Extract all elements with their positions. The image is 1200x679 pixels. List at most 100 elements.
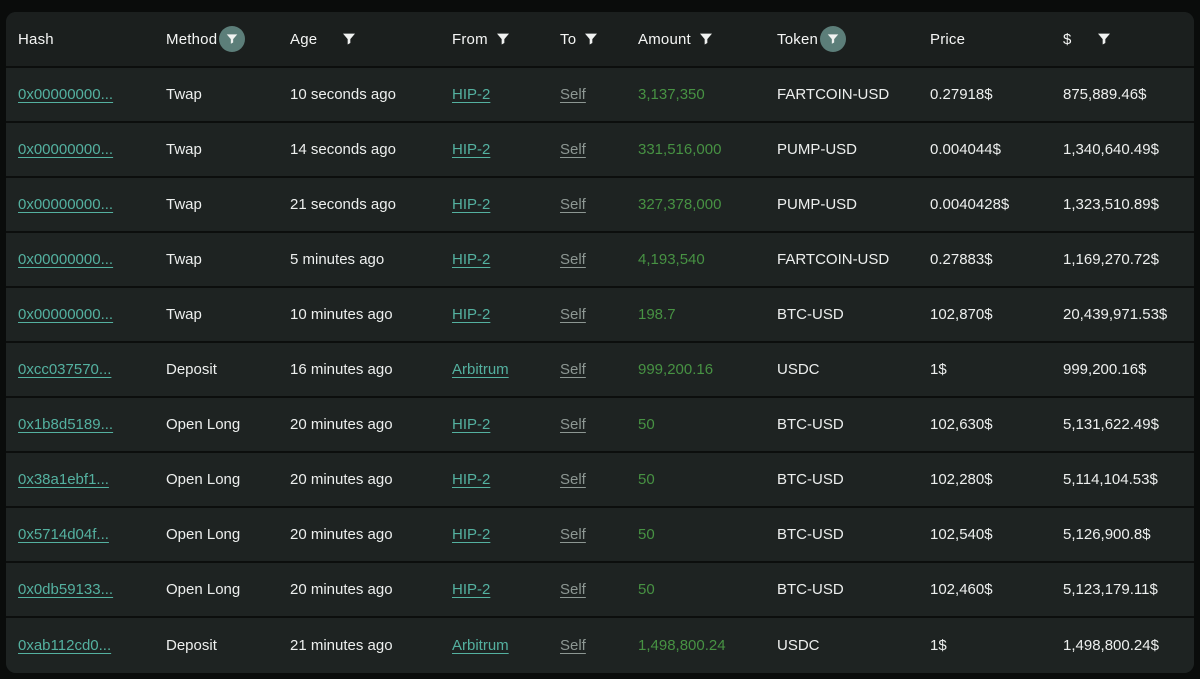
from-link[interactable]: HIP-2	[452, 141, 490, 158]
age-cell: 5 minutes ago	[290, 251, 452, 268]
to-link[interactable]: Self	[560, 361, 586, 378]
method-cell: Open Long	[166, 526, 290, 543]
hash-link[interactable]: 0x38a1ebf1...	[18, 471, 109, 488]
price-cell: 0.27883$	[930, 251, 1063, 268]
column-header-amount: Amount	[638, 31, 777, 48]
method-cell: Twap	[166, 251, 290, 268]
age-cell: 20 minutes ago	[290, 581, 452, 598]
usd-cell: 1,169,270.72$	[1063, 251, 1194, 268]
column-label-hash: Hash	[18, 31, 54, 48]
price-cell: 0.27918$	[930, 86, 1063, 103]
table-row: 0x0db59133... Open Long 20 minutes ago H…	[6, 563, 1194, 618]
column-header-price: Price	[930, 31, 1063, 48]
column-label-token: Token	[777, 31, 818, 48]
amount-cell: 331,516,000	[638, 141, 777, 158]
column-label-to: To	[560, 31, 576, 48]
column-header-from: From	[452, 31, 560, 48]
hash-link[interactable]: 0x00000000...	[18, 196, 113, 213]
column-label-amount: Amount	[638, 31, 691, 48]
to-link[interactable]: Self	[560, 471, 586, 488]
token-cell: BTC-USD	[777, 471, 930, 488]
hash-link[interactable]: 0x00000000...	[18, 141, 113, 158]
amount-filter-icon[interactable]	[698, 31, 714, 47]
method-cell: Deposit	[166, 637, 290, 654]
price-cell: 1$	[930, 361, 1063, 378]
hash-link[interactable]: 0x00000000...	[18, 251, 113, 268]
from-link[interactable]: HIP-2	[452, 471, 490, 488]
usd-cell: 5,131,622.49$	[1063, 416, 1194, 433]
column-label-age: Age	[290, 31, 317, 48]
token-cell: BTC-USD	[777, 416, 930, 433]
token-cell: FARTCOIN-USD	[777, 251, 930, 268]
hash-link[interactable]: 0xab112cd0...	[18, 637, 111, 654]
from-link[interactable]: HIP-2	[452, 196, 490, 213]
token-cell: USDC	[777, 637, 930, 654]
table-row: 0x00000000... Twap 10 minutes ago HIP-2 …	[6, 288, 1194, 343]
from-link[interactable]: HIP-2	[452, 581, 490, 598]
usd-cell: 20,439,971.53$	[1063, 306, 1194, 323]
table-row: 0x00000000... Twap 14 seconds ago HIP-2 …	[6, 123, 1194, 178]
hash-link[interactable]: 0x00000000...	[18, 86, 113, 103]
hash-link[interactable]: 0x5714d04f...	[18, 526, 109, 543]
token-cell: USDC	[777, 361, 930, 378]
age-cell: 16 minutes ago	[290, 361, 452, 378]
age-cell: 21 seconds ago	[290, 196, 452, 213]
method-cell: Open Long	[166, 416, 290, 433]
method-cell: Twap	[166, 86, 290, 103]
column-header-usd: $	[1063, 31, 1194, 48]
method-cell: Twap	[166, 306, 290, 323]
method-cell: Twap	[166, 196, 290, 213]
from-link[interactable]: HIP-2	[452, 416, 490, 433]
usd-cell: 5,123,179.11$	[1063, 581, 1194, 598]
from-link[interactable]: Arbitrum	[452, 361, 509, 378]
from-filter-icon[interactable]	[495, 31, 511, 47]
token-filter-icon[interactable]	[820, 26, 846, 52]
price-cell: 0.004044$	[930, 141, 1063, 158]
age-cell: 10 seconds ago	[290, 86, 452, 103]
amount-cell: 50	[638, 416, 777, 433]
column-label-method: Method	[166, 31, 217, 48]
to-link[interactable]: Self	[560, 581, 586, 598]
to-link[interactable]: Self	[560, 306, 586, 323]
table-row: 0xab112cd0... Deposit 21 minutes ago Arb…	[6, 618, 1194, 673]
hash-link[interactable]: 0x00000000...	[18, 306, 113, 323]
hash-link[interactable]: 0x1b8d5189...	[18, 416, 113, 433]
column-header-method: Method	[166, 26, 290, 52]
table-row: 0x38a1ebf1... Open Long 20 minutes ago H…	[6, 453, 1194, 508]
hash-link[interactable]: 0xcc037570...	[18, 361, 111, 378]
amount-cell: 999,200.16	[638, 361, 777, 378]
from-link[interactable]: HIP-2	[452, 86, 490, 103]
hash-link[interactable]: 0x0db59133...	[18, 581, 113, 598]
to-link[interactable]: Self	[560, 251, 586, 268]
usd-filter-icon[interactable]	[1096, 31, 1112, 47]
to-link[interactable]: Self	[560, 141, 586, 158]
amount-cell: 50	[638, 526, 777, 543]
usd-cell: 1,323,510.89$	[1063, 196, 1194, 213]
to-link[interactable]: Self	[560, 526, 586, 543]
from-link[interactable]: Arbitrum	[452, 637, 509, 654]
from-link[interactable]: HIP-2	[452, 526, 490, 543]
from-link[interactable]: HIP-2	[452, 306, 490, 323]
to-link[interactable]: Self	[560, 637, 586, 654]
age-filter-icon[interactable]	[341, 31, 357, 47]
to-link[interactable]: Self	[560, 196, 586, 213]
column-header-hash: Hash	[18, 31, 166, 48]
table-header-row: Hash Method Age From To Amou	[6, 12, 1194, 68]
amount-cell: 327,378,000	[638, 196, 777, 213]
price-cell: 102,460$	[930, 581, 1063, 598]
usd-cell: 1,498,800.24$	[1063, 637, 1194, 654]
to-filter-icon[interactable]	[583, 31, 599, 47]
to-link[interactable]: Self	[560, 416, 586, 433]
column-header-to: To	[560, 31, 638, 48]
token-cell: FARTCOIN-USD	[777, 86, 930, 103]
price-cell: 1$	[930, 637, 1063, 654]
to-link[interactable]: Self	[560, 86, 586, 103]
token-cell: BTC-USD	[777, 526, 930, 543]
age-cell: 14 seconds ago	[290, 141, 452, 158]
price-cell: 0.0040428$	[930, 196, 1063, 213]
table-body: 0x00000000... Twap 10 seconds ago HIP-2 …	[6, 68, 1194, 673]
usd-cell: 1,340,640.49$	[1063, 141, 1194, 158]
from-link[interactable]: HIP-2	[452, 251, 490, 268]
token-cell: BTC-USD	[777, 306, 930, 323]
method-filter-icon[interactable]	[219, 26, 245, 52]
